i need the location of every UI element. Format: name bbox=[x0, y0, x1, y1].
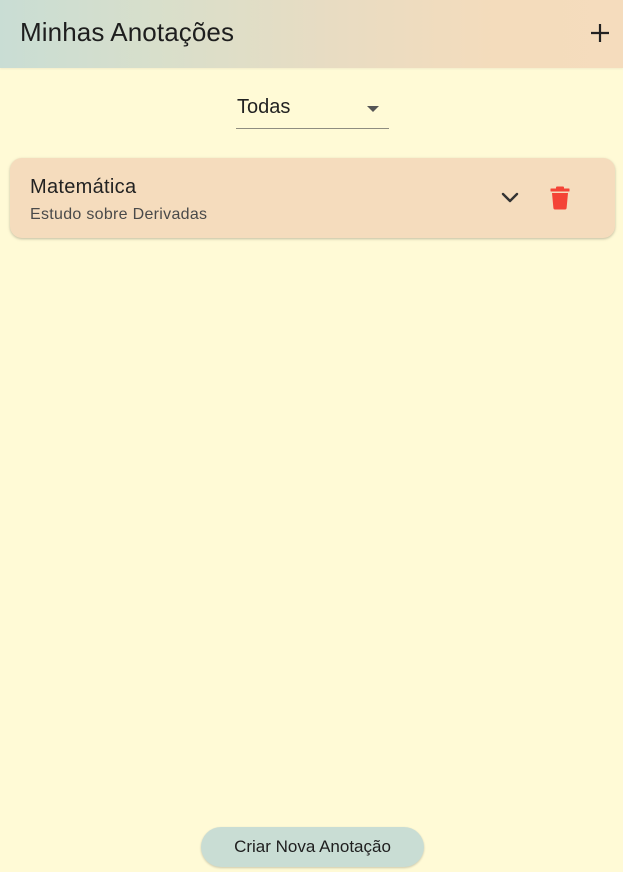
page-title: Minhas Anotações bbox=[20, 17, 235, 47]
expand-note-button[interactable] bbox=[496, 184, 524, 212]
note-subtitle: Estudo sobre Derivadas bbox=[30, 206, 208, 223]
note-title: Matemática bbox=[30, 176, 137, 198]
plus-icon bbox=[591, 24, 609, 42]
chevron-down-icon bbox=[501, 192, 519, 203]
add-note-button[interactable] bbox=[584, 17, 616, 49]
delete-note-button[interactable] bbox=[546, 183, 574, 213]
filter-selected-value: Todas bbox=[237, 96, 291, 118]
app-bar: Minhas Anotações bbox=[0, 0, 623, 68]
note-card[interactable]: Matemática Estudo sobre Derivadas bbox=[10, 158, 615, 238]
app-root: Minhas Anotações Todas Matemática Estudo… bbox=[0, 0, 623, 872]
trash-icon bbox=[550, 186, 570, 210]
create-note-button[interactable]: Criar Nova Anotação bbox=[201, 827, 424, 867]
caret-down-icon bbox=[367, 106, 379, 112]
category-filter-dropdown[interactable]: Todas bbox=[236, 88, 389, 129]
